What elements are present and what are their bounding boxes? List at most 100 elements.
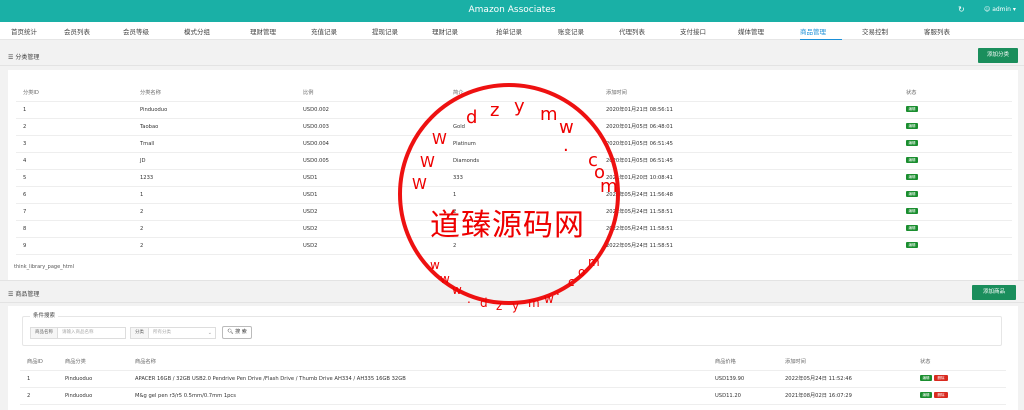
- table-cell: Gold: [446, 118, 599, 136]
- product-table-wrap: 商品ID 商品分类 商品名称 商品价格 添加时间 状态 1 Pinduoduo APACER …: [20, 353, 1006, 405]
- edit-button[interactable]: 编辑: [906, 157, 918, 164]
- category-panel: 分类ID 分类名称 比例 简介 添加时间 状态 1 Pinduoduo USD0.002 202…: [8, 70, 1018, 280]
- table-cell: USD2: [296, 203, 446, 221]
- category-table: 分类ID 分类名称 比例 简介 添加时间 状态 1 Pinduoduo USD0.002 202…: [16, 84, 1012, 255]
- table-cell: 7: [16, 203, 133, 221]
- row-actions: 编辑: [899, 169, 1012, 187]
- table-cell: [446, 101, 599, 119]
- table-row: 8 2 USD2 2 2022年05月24日 11:58:51 编辑: [16, 220, 1012, 238]
- table-row: 1 Pinduoduo APACER 16GB / 32GB USB2.0 Pend…: [20, 370, 1006, 388]
- column-header[interactable]: 分类ID: [16, 84, 133, 102]
- divider: [0, 65, 1024, 66]
- edit-button[interactable]: 编辑: [920, 392, 932, 399]
- table-cell: 2022年05月24日 11:58:51: [599, 220, 899, 238]
- column-header[interactable]: 状态: [913, 353, 1006, 371]
- tab-5[interactable]: 充值记录: [311, 26, 337, 36]
- table-row: 9 2 USD2 2 2022年05月24日 11:58:51 编辑: [16, 237, 1012, 255]
- edit-button[interactable]: 编辑: [906, 140, 918, 147]
- column-header[interactable]: 商品名称: [128, 353, 708, 371]
- column-header[interactable]: 添加时间: [599, 84, 899, 102]
- table-cell: 6: [16, 186, 133, 204]
- product-name-field[interactable]: 商品名称 请输入商品名称: [30, 327, 126, 339]
- table-cell: USD1: [296, 186, 446, 204]
- table-cell: 333: [446, 169, 599, 187]
- table-cell: 2: [20, 387, 58, 405]
- table-row: 6 1 USD1 1 2022年05月24日 11:56:48 编辑: [16, 186, 1012, 204]
- edit-button[interactable]: 编辑: [906, 208, 918, 215]
- edit-button[interactable]: 编辑: [906, 191, 918, 198]
- table-row: 4 JD USD0.005 Diamonds 2020年01月05日 06:51:45 编…: [16, 152, 1012, 170]
- tab-8[interactable]: 抢单记录: [496, 26, 522, 36]
- table-cell: USD2: [296, 220, 446, 238]
- table-cell: USD1: [296, 169, 446, 187]
- table-row: 1 Pinduoduo USD0.002 2020年01月21日 08:56:11 编辑: [16, 101, 1012, 119]
- column-header[interactable]: 简介: [446, 84, 599, 102]
- tab-11[interactable]: 支付接口: [680, 26, 706, 36]
- edit-button[interactable]: 编辑: [906, 225, 918, 232]
- delete-button[interactable]: 删除: [934, 392, 948, 399]
- edit-button[interactable]: 编辑: [920, 375, 932, 382]
- tab-10[interactable]: 代理列表: [619, 26, 645, 36]
- table-cell: Pinduoduo: [58, 387, 128, 405]
- table-cell: 2: [446, 203, 599, 221]
- product-section-title: ☰ 商品管理: [8, 291, 40, 298]
- tab-4[interactable]: 理财管理: [250, 26, 276, 36]
- tab-2[interactable]: 会员等级: [123, 26, 149, 36]
- column-header[interactable]: 商品ID: [20, 353, 58, 371]
- table-row: 2 Pinduoduo M&g gel pen r3/r5 0.5mm/0.7mm …: [20, 387, 1006, 405]
- table-cell: JD: [133, 152, 296, 170]
- table-cell: USD2: [296, 237, 446, 255]
- table-cell: 2021年01月20日 10:08:41: [599, 169, 899, 187]
- column-header[interactable]: 分类名称: [133, 84, 296, 102]
- tab-12[interactable]: 媒体管理: [738, 26, 764, 36]
- column-header[interactable]: 商品价格: [708, 353, 778, 371]
- product-name-label: 商品名称: [31, 328, 58, 338]
- search-button[interactable]: 🔍︎ 搜 索: [222, 326, 252, 339]
- tab-3[interactable]: 模式分组: [184, 26, 210, 36]
- row-actions: 编辑 删除: [913, 387, 1006, 405]
- tab-0[interactable]: 首页统计: [11, 26, 37, 36]
- category-select[interactable]: 分类 所有分类 ⌄: [130, 327, 216, 339]
- tab-1[interactable]: 会员列表: [64, 26, 90, 36]
- table-cell: 2: [133, 237, 296, 255]
- table-cell: Platinum: [446, 135, 599, 153]
- table-cell: USD0.002: [296, 101, 446, 119]
- table-cell: 2: [16, 118, 133, 136]
- column-header[interactable]: 比例: [296, 84, 446, 102]
- row-actions: 编辑: [899, 101, 1012, 119]
- table-cell: 2020年01月05日 06:51:45: [599, 135, 899, 153]
- edit-button[interactable]: 编辑: [906, 123, 918, 130]
- table-cell: 1233: [133, 169, 296, 187]
- edit-button[interactable]: 编辑: [906, 174, 918, 181]
- add-category-button[interactable]: 添加分类: [978, 48, 1018, 63]
- tab-13[interactable]: 商品管理: [800, 26, 826, 36]
- table-cell: 2020年01月21日 08:56:11: [599, 101, 899, 119]
- category-label: 分类: [131, 328, 149, 338]
- tab-15[interactable]: 客服列表: [924, 26, 950, 36]
- tab-9[interactable]: 账变记录: [558, 26, 584, 36]
- table-cell: 2: [133, 220, 296, 238]
- table-row: 7 2 USD2 2 2022年05月24日 11:58:51 编辑: [16, 203, 1012, 221]
- table-cell: M&g gel pen r3/r5 0.5mm/0.7mm 1pcs: [128, 387, 708, 405]
- table-cell: USD0.005: [296, 152, 446, 170]
- add-product-button[interactable]: 添加商品: [972, 285, 1016, 300]
- table-cell: Pinduoduo: [133, 101, 296, 119]
- edit-button[interactable]: 编辑: [906, 106, 918, 113]
- row-actions: 编辑: [899, 203, 1012, 221]
- table-cell: 8: [16, 220, 133, 238]
- user-menu[interactable]: ☺ admin ▾: [984, 6, 1016, 13]
- column-header[interactable]: 添加时间: [778, 353, 913, 371]
- user-icon: ☺: [984, 6, 991, 13]
- tab-7[interactable]: 理财记录: [432, 26, 458, 36]
- row-actions: 编辑: [899, 152, 1012, 170]
- delete-button[interactable]: 删除: [934, 375, 948, 382]
- column-header[interactable]: 商品分类: [58, 353, 128, 371]
- tab-14[interactable]: 交易控制: [862, 26, 888, 36]
- tab-6[interactable]: 提现记录: [372, 26, 398, 36]
- edit-button[interactable]: 编辑: [906, 242, 918, 249]
- column-header[interactable]: 状态: [899, 84, 1012, 102]
- refresh-icon[interactable]: ↻: [958, 5, 965, 14]
- pagination-text: think_library_page_html: [14, 264, 75, 270]
- row-actions: 编辑 删除: [913, 370, 1006, 388]
- table-cell: 2020年01月05日 06:48:01: [599, 118, 899, 136]
